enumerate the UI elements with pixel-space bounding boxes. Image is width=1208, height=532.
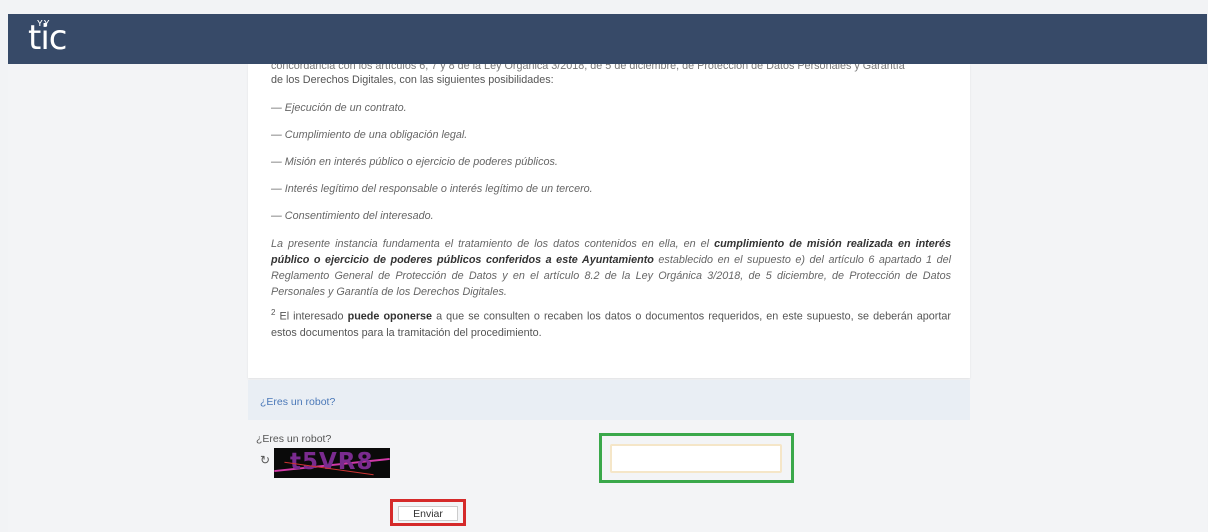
legal-basis-item: — Consentimiento del interesado.	[271, 210, 434, 222]
legal-basis-paragraph: La presente instancia fundamenta el trat…	[271, 236, 951, 300]
legal-basis-item: — Interés legítimo del responsable o int…	[271, 183, 593, 195]
header-bar: ʏʏ tic	[8, 14, 1207, 64]
refresh-icon[interactable]: ↻	[260, 453, 270, 467]
robot-section-link[interactable]: ¿Eres un robot?	[260, 396, 335, 408]
logo[interactable]: tic	[28, 16, 67, 60]
footnote-bold-text: puede oponerse	[347, 310, 433, 323]
legal-text-intro: de los Derechos Digitales, con las sigui…	[271, 74, 554, 86]
legal-basis-item: — Misión en interés público o ejercicio …	[271, 156, 558, 168]
submit-button[interactable]: Enviar	[398, 506, 458, 521]
footnote-paragraph: 2 El interesado puede oponerse a que se …	[271, 305, 951, 341]
robot-section-header	[248, 380, 970, 420]
captcha-input[interactable]	[610, 444, 782, 473]
paragraph-text: La presente instancia fundamenta el trat…	[271, 238, 715, 250]
legal-basis-item: — Ejecución de un contrato.	[271, 102, 407, 114]
captcha-image: t5VR8	[274, 448, 390, 478]
footnote-text: El interesado	[275, 310, 348, 323]
captcha-text: t5VR8	[290, 449, 374, 475]
legal-basis-item: — Cumplimiento de una obligación legal.	[271, 129, 468, 141]
captcha-label: ¿Eres un robot?	[256, 433, 332, 445]
